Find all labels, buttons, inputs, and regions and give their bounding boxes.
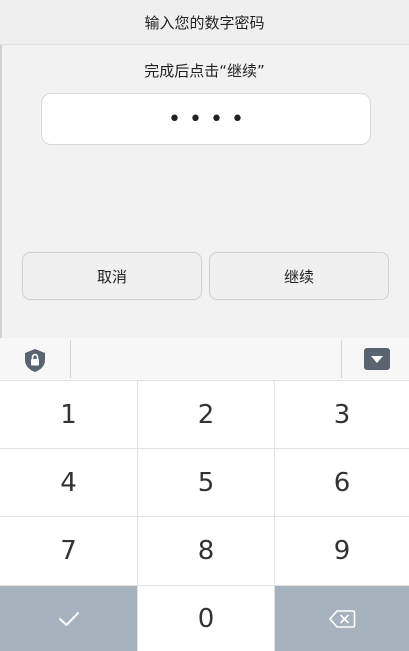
key-5[interactable]: 5 [138,449,275,517]
cancel-button[interactable]: 取消 [22,252,202,300]
key-8[interactable]: 8 [138,517,275,586]
key-label: 8 [197,536,215,566]
backspace-key[interactable] [275,586,409,651]
keyboard-toolbar [0,338,409,381]
key-label: 9 [333,536,351,566]
page-title-text: 输入您的数字密码 [144,13,265,32]
toolbar-divider-right [341,340,342,378]
continue-button[interactable]: 继续 [209,252,389,300]
toolbar-divider-left [70,340,71,378]
key-0[interactable]: 0 [138,586,275,651]
key-2[interactable]: 2 [138,381,275,449]
key-4[interactable]: 4 [0,449,138,517]
left-edge [0,0,2,338]
key-1[interactable]: 1 [0,381,138,449]
check-icon [58,611,79,626]
key-label: 6 [333,467,351,498]
key-3[interactable]: 3 [275,381,409,449]
instruction-label: 完成后点击“继续” [144,61,265,80]
key-9[interactable]: 9 [275,517,409,586]
continue-button-label: 继续 [283,267,314,286]
confirm-key[interactable] [0,586,138,651]
key-7[interactable]: 7 [0,517,138,586]
key-6[interactable]: 6 [275,449,409,517]
key-label: 5 [197,467,215,498]
shield-lock-icon [22,347,48,373]
key-label: 7 [60,536,77,566]
key-label: 4 [60,467,77,498]
pin-input[interactable]: •••• [41,93,371,145]
pin-masked-value: •••• [168,106,252,132]
page-title: 输入您的数字密码 [0,0,409,45]
backspace-icon [329,609,356,628]
instruction-text: 完成后点击“继续” [0,56,409,84]
key-label: 3 [333,399,351,430]
key-label: 0 [197,603,215,634]
numeric-keypad: 1 2 3 4 5 6 7 8 9 0 [0,381,409,651]
collapse-keyboard-icon[interactable] [364,348,390,370]
cancel-button-label: 取消 [96,267,127,286]
key-label: 1 [60,399,77,430]
key-label: 2 [197,399,215,430]
